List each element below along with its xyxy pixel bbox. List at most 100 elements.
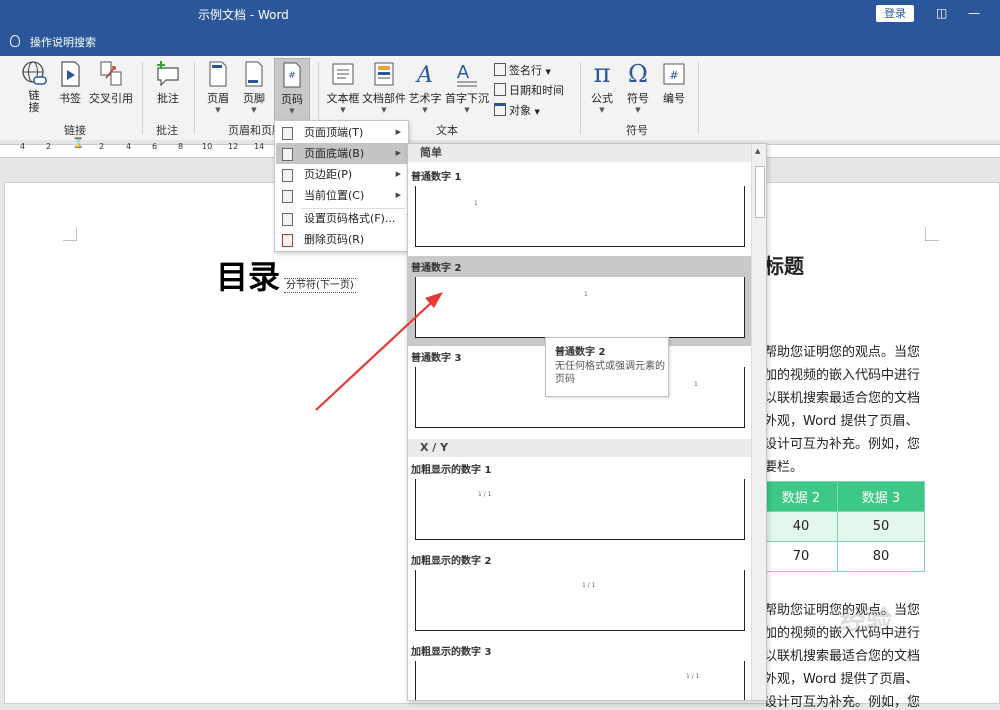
- toc-heading[interactable]: 目录: [216, 252, 280, 298]
- quick-parts-button[interactable]: 文档部件 ▼: [362, 60, 406, 114]
- group-separator: [698, 62, 699, 134]
- body-line[interactable]: 设计可互为补充。例如，您: [764, 691, 920, 710]
- scroll-up-icon[interactable]: ▲: [755, 147, 760, 155]
- chevron-down-icon: ▼: [545, 68, 551, 76]
- gallery-item-plain-number-2[interactable]: 1: [415, 277, 745, 338]
- table-cell[interactable]: 70: [764, 541, 838, 572]
- gallery-section-label: X / Y: [420, 441, 449, 454]
- table-header-cell[interactable]: 数据 2: [764, 481, 838, 512]
- gallery-item-plain-number-1[interactable]: 1: [415, 186, 745, 247]
- text-box-icon: [330, 60, 356, 88]
- body-line[interactable]: 以联机搜索最适合您的文档: [764, 645, 920, 664]
- menu-item-label: 页面顶端(T): [304, 126, 364, 139]
- menu-item-bottom-of-page[interactable]: 页面底端(B) ▶: [276, 143, 407, 164]
- bookmark-button[interactable]: 书签: [56, 60, 84, 106]
- wordart-button[interactable]: A 艺术字 ▼: [408, 60, 442, 114]
- ribbon-insert-tab: 链 接 书签 交叉引用 链接 批注 批注 页眉 ▼ 页脚 ▼ # 页码 ▼ 页眉…: [0, 56, 1000, 141]
- gallery-item-title: 普通数字 3: [411, 353, 462, 364]
- tooltip-title: 普通数字 2: [555, 347, 606, 358]
- body-line[interactable]: 以联机搜索最适合您的文档: [764, 387, 920, 406]
- chevron-right-icon: ▶: [395, 170, 401, 178]
- header-button[interactable]: 页眉 ▼: [204, 60, 232, 114]
- page-number-gallery: 简单 普通数字 1 1 普通数字 2 1 普通数字 3 1 X / Y 加粗显示…: [407, 143, 767, 701]
- current-position-icon: [282, 190, 293, 203]
- gallery-item-bold-number-2[interactable]: 1 / 1: [415, 570, 745, 631]
- equation-button[interactable]: π 公式 ▼: [588, 60, 616, 114]
- gallery-scrollbar[interactable]: ▲: [751, 144, 766, 700]
- links-group-label: 链接: [64, 124, 86, 137]
- footer-button[interactable]: 页脚 ▼: [240, 60, 268, 114]
- page-number-preview: 1 / 1: [582, 582, 596, 589]
- heading-fragment[interactable]: 标题: [764, 250, 804, 279]
- ribbon-display-icon[interactable]: ◫: [936, 6, 947, 20]
- table-cell[interactable]: 40: [764, 511, 838, 542]
- header-label: 页眉: [207, 92, 229, 105]
- chevron-right-icon: ▶: [395, 149, 401, 157]
- menu-item-format-page-numbers[interactable]: 设置页码格式(F)...: [276, 208, 407, 229]
- menu-item-top-of-page[interactable]: 页面顶端(T) ▶: [276, 122, 407, 143]
- gallery-section-label: 简单: [420, 146, 442, 159]
- comment-button[interactable]: 批注: [152, 60, 184, 106]
- comments-group-label: 批注: [156, 124, 178, 137]
- body-line[interactable]: 设计可互为补充。例如，您: [764, 433, 920, 452]
- text-box-button[interactable]: 文本框 ▼: [326, 60, 360, 114]
- chevron-down-icon: ▼: [340, 106, 346, 114]
- number-icon: #: [661, 60, 687, 88]
- signature-line-button[interactable]: 签名行 ▼: [494, 62, 551, 78]
- body-line[interactable]: 帮助您证明您的观点。当您: [764, 341, 920, 360]
- page-top-icon: [282, 127, 293, 140]
- link-button[interactable]: 链 接: [18, 60, 50, 114]
- table-cell[interactable]: 80: [837, 541, 925, 572]
- format-page-number-icon: [282, 213, 293, 226]
- link-label: 链 接: [28, 89, 40, 114]
- drop-cap-button[interactable]: A 首字下沉 ▼: [444, 60, 490, 114]
- chevron-right-icon: ▶: [395, 191, 401, 199]
- page-number-preview: 1 / 1: [478, 491, 492, 498]
- window-title: 示例文档 - Word: [198, 8, 289, 22]
- quick-parts-icon: [371, 60, 397, 88]
- symbol-button[interactable]: Ω 符号 ▼: [624, 60, 652, 114]
- data-table[interactable]: 数据 2 数据 3 40 50 70 80: [764, 481, 925, 572]
- tell-me-search[interactable]: 操作说明搜索: [10, 34, 96, 50]
- drop-cap-icon: A: [454, 60, 480, 88]
- body-line[interactable]: 外观，Word 提供了页眉、: [764, 410, 919, 429]
- table-header-cell[interactable]: 数据 3: [837, 481, 925, 512]
- page-number-preview: 1: [694, 381, 698, 388]
- gallery-item-title: 普通数字 2: [411, 263, 462, 274]
- body-line[interactable]: 要栏。: [764, 456, 803, 475]
- menu-item-page-margins[interactable]: 页边距(P) ▶: [276, 164, 407, 185]
- object-button[interactable]: 对象 ▼: [494, 102, 540, 118]
- ruler-tick: 2: [46, 142, 52, 151]
- body-line[interactable]: 加的视频的嵌入代码中进行: [764, 364, 920, 383]
- comment-label: 批注: [157, 92, 179, 105]
- ruler-tick: 10: [202, 142, 213, 151]
- chevron-down-icon: ▼: [534, 108, 540, 116]
- scroll-thumb[interactable]: [755, 166, 765, 218]
- chevron-down-icon: ▼: [289, 107, 295, 115]
- gallery-item-title: 加粗显示的数字 3: [411, 647, 492, 658]
- login-button[interactable]: 登录: [876, 5, 914, 22]
- page-number-button[interactable]: # 页码 ▼: [274, 58, 310, 122]
- date-time-button[interactable]: 日期和时间: [494, 82, 564, 98]
- gallery-item-bold-number-1[interactable]: 1 / 1: [415, 479, 745, 540]
- page-bottom-icon: [282, 148, 293, 161]
- body-line[interactable]: 外观，Word 提供了页眉、: [764, 668, 919, 687]
- indent-marker-icon[interactable]: ⌛: [72, 138, 84, 149]
- tooltip-description: 无任何格式或强调元素的页码: [555, 361, 665, 385]
- remove-page-number-icon: [282, 234, 293, 247]
- cross-reference-icon: [98, 60, 124, 88]
- wordart-icon: A: [412, 60, 438, 88]
- menu-item-current-position[interactable]: 当前位置(C) ▶: [276, 185, 407, 206]
- minimize-icon[interactable]: —: [968, 6, 980, 20]
- gallery-item-bold-number-3[interactable]: 1 / 1: [415, 661, 745, 700]
- chevron-down-icon: ▼: [215, 106, 221, 114]
- numbering-button[interactable]: # 编号: [660, 60, 688, 106]
- cross-reference-button[interactable]: 交叉引用: [88, 60, 134, 106]
- group-separator: [194, 62, 195, 134]
- table-cell[interactable]: 50: [837, 511, 925, 542]
- section-break-marker: 分节符(下一页): [284, 278, 356, 293]
- menu-item-remove-page-numbers[interactable]: 删除页码(R): [276, 229, 407, 250]
- watermark-text: 经验: [840, 606, 893, 636]
- ruler-tick: 2: [99, 142, 105, 151]
- bookmark-label: 书签: [59, 92, 81, 105]
